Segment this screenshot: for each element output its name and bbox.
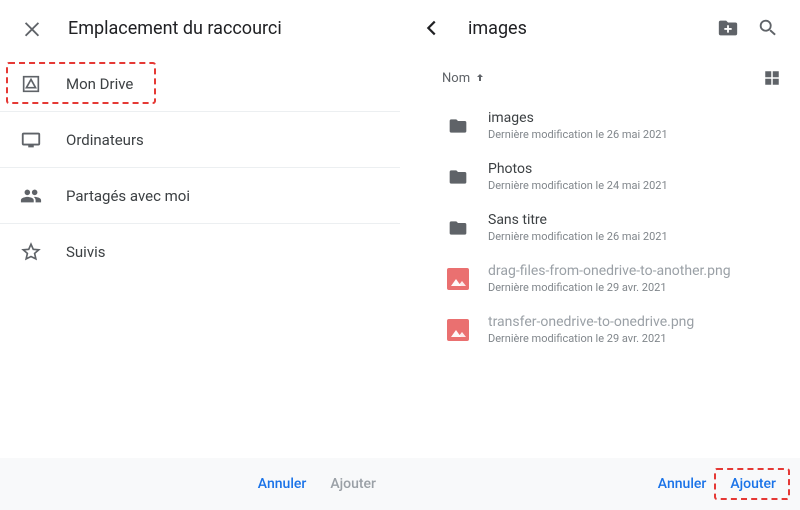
list-item[interactable]: Photos Dernière modification le 24 mai 20… — [400, 151, 800, 202]
sidebar-item-computers[interactable]: Ordinateurs — [0, 112, 400, 168]
sidebar-item-label: Ordinateurs — [66, 131, 144, 149]
back-icon[interactable] — [412, 8, 452, 48]
file-name: transfer-onedrive-to-onedrive.png — [488, 314, 694, 330]
file-name: drag-files-from-onedrive-to-another.png — [488, 263, 731, 279]
folder-icon — [444, 163, 472, 191]
computer-icon — [20, 129, 42, 151]
file-name: images — [488, 110, 668, 126]
file-name: Photos — [488, 161, 668, 177]
add-button[interactable]: Ajouter — [730, 476, 776, 492]
new-folder-icon[interactable] — [708, 8, 748, 48]
star-icon — [20, 241, 42, 263]
sidebar-item-label: Suivis — [66, 243, 105, 261]
sort-label: Nom — [442, 71, 470, 86]
sidebar-item-shared[interactable]: Partagés avec moi — [0, 168, 400, 224]
page-title: Emplacement du raccourci — [68, 18, 282, 39]
close-icon[interactable] — [12, 8, 52, 48]
image-icon — [444, 316, 472, 344]
file-mod: Dernière modification le 29 avr. 2021 — [488, 281, 731, 294]
sidebar-item-label: Partagés avec moi — [66, 187, 190, 205]
folder-icon — [444, 214, 472, 242]
sidebar-item-my-drive[interactable]: Mon Drive — [0, 56, 400, 112]
file-mod: Dernière modification le 29 avr. 2021 — [488, 332, 694, 345]
image-icon — [444, 265, 472, 293]
sort-toggle[interactable]: Nom — [442, 71, 486, 86]
arrow-up-icon — [474, 72, 486, 84]
list-item[interactable]: transfer-onedrive-to-onedrive.png Dernièr… — [400, 304, 800, 355]
list-item[interactable]: drag-files-from-onedrive-to-another.png D… — [400, 253, 800, 304]
sidebar-item-label: Mon Drive — [66, 75, 133, 93]
add-button: Ajouter — [330, 476, 376, 492]
sidebar-item-starred[interactable]: Suivis — [0, 224, 400, 280]
cancel-button[interactable]: Annuler — [258, 476, 307, 492]
view-grid-icon[interactable] — [756, 62, 788, 94]
drive-icon — [20, 73, 42, 95]
folder-title: images — [468, 18, 527, 39]
list-item[interactable]: images Dernière modification le 26 mai 20… — [400, 100, 800, 151]
folder-icon — [444, 112, 472, 140]
list-item[interactable]: Sans titre Dernière modification le 26 ma… — [400, 202, 800, 253]
file-mod: Dernière modification le 26 mai 2021 — [488, 230, 668, 243]
file-mod: Dernière modification le 26 mai 2021 — [488, 128, 668, 141]
cancel-button[interactable]: Annuler — [658, 476, 707, 492]
shared-icon — [20, 185, 42, 207]
file-name: Sans titre — [488, 212, 668, 228]
file-mod: Dernière modification le 24 mai 2021 — [488, 179, 668, 192]
search-icon[interactable] — [748, 8, 788, 48]
